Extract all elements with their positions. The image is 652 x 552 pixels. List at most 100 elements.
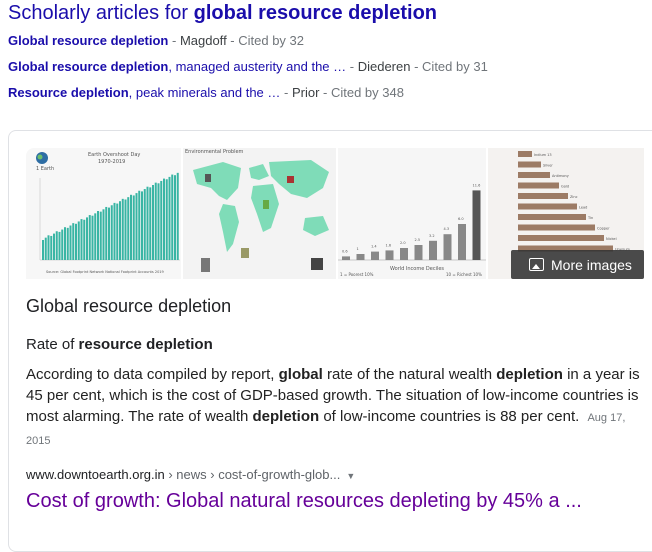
snippet-title: Global resource depletion [26, 296, 232, 316]
decile-bar-label: 11.6 [473, 183, 481, 187]
scholar-cited-3[interactable]: - Cited by 348 [319, 85, 404, 100]
result-path: › news › cost-of-growth-glob... [164, 467, 341, 482]
overshoot-bar [91, 215, 94, 260]
overshoot-bar [64, 227, 66, 260]
overshoot-bar [168, 176, 171, 260]
mineral-bar-label: Nickel [606, 237, 617, 241]
snippet-text-part: global [278, 366, 323, 383]
overshoot-bar [50, 235, 53, 260]
overshoot-bar [174, 175, 176, 260]
overshoot-bar [149, 187, 152, 260]
scholar-link-3[interactable]: Resource depletion [8, 85, 129, 100]
overshoot-bar [141, 191, 143, 260]
mineral-bar-label: Copper [597, 227, 610, 231]
triangle-down-icon[interactable]: ▼ [346, 471, 355, 481]
thumbnail-income-deciles[interactable]: 0.6 1 1.4 1.6 2.0 2.5 3.2 4.3 6.0 11.6 World Inco… [338, 148, 486, 279]
overshoot-bar [113, 202, 116, 260]
img1-legend: 1 Earth [36, 166, 54, 172]
thumbnail-world-map[interactable]: Environmental Problem [183, 148, 336, 279]
decile-bar [385, 250, 394, 260]
result-citation: www.downtoearth.org.in › news › cost-of-… [26, 467, 355, 482]
more-images-button[interactable]: More images [511, 250, 644, 279]
overshoot-bar [97, 211, 99, 260]
img1-years: 1970-2019 [98, 159, 125, 165]
mineral-bar-label: Tin [587, 216, 593, 220]
scholar-link-2[interactable]: Global resource depletion [8, 59, 168, 74]
overshoot-bar [127, 197, 130, 260]
overshoot-bar [80, 219, 83, 260]
overshoot-bar [53, 233, 55, 260]
mineral-bar-label: Silver [543, 164, 553, 168]
snippet-text-part: rate of the natural wealth [322, 366, 497, 383]
overshoot-bar [160, 180, 163, 260]
overshoot-bar [165, 179, 168, 260]
scholar-author-1: Magdoff [179, 33, 227, 48]
mineral-bar [518, 182, 559, 189]
decile-bar-label: 1.4 [371, 245, 377, 249]
mineral-bar-label: Antimony [552, 174, 569, 178]
mineral-bar-label: Indium 13 [534, 153, 552, 157]
overshoot-bar [102, 209, 105, 260]
result-domain: www.downtoearth.org.in [26, 467, 165, 482]
overshoot-bar [72, 223, 75, 260]
overshoot-bar [163, 178, 165, 260]
snippet-text: According to data compiled by report, gl… [26, 364, 648, 452]
mineral-bar-label: Zinc [570, 195, 578, 199]
overshoot-bar [116, 203, 119, 260]
overshoot-bar [152, 185, 154, 260]
decile-bar-label: 2.0 [400, 241, 406, 245]
snippet-subtitle: Rate of resource depletion [26, 336, 213, 353]
mineral-bar-label: Lead [579, 206, 587, 210]
scholar-row-2: Global resource depletion, managed auste… [8, 59, 488, 74]
decile-bar-label: 1 [357, 247, 359, 251]
decile-bar-label: 6.0 [458, 217, 464, 221]
decile-bar [414, 245, 423, 260]
decile-bar [472, 190, 481, 260]
decile-bar [429, 240, 437, 260]
snippet-text-part: depletion [252, 408, 320, 425]
decile-bar [458, 224, 466, 260]
overshoot-bar [108, 207, 110, 260]
overshoot-bar [69, 225, 72, 260]
overshoot-bar [83, 219, 86, 260]
snippet-text-part: According to data compiled by report, [26, 366, 279, 383]
scholar-cited-2[interactable]: - Cited by 31 [410, 59, 488, 74]
overshoot-bar [157, 183, 160, 260]
result-title-link[interactable]: Cost of growth: Global natural resources… [26, 490, 582, 513]
overshoot-bar [130, 194, 132, 260]
overshoot-bar [138, 190, 141, 260]
mineral-bar [518, 224, 595, 231]
overshoot-bar [135, 193, 138, 260]
overshoot-bars [42, 172, 179, 260]
scholar-link-3-rest[interactable]: , peak minerals and the … [129, 85, 281, 100]
decile-bar-label: 0.6 [342, 249, 348, 253]
decile-bar-label: 4.3 [444, 227, 450, 231]
overshoot-bar [132, 195, 135, 260]
decile-bar-label: 3.2 [429, 234, 435, 238]
overshoot-bar [94, 213, 97, 260]
decile-bar-label: 2.5 [415, 238, 421, 242]
img1-source: Source: Global Footprint Network Nationa… [46, 270, 164, 274]
scholarly-query: global resource depletion [193, 2, 438, 24]
snippet-text-part: depletion [496, 366, 563, 383]
mineral-bars: Indium 13 Silver Antimony Gold Zinc Lead Tin Co… [518, 151, 631, 252]
scholarly-articles-heading[interactable]: Scholarly articles for global resource d… [8, 2, 437, 25]
overshoot-bar [44, 237, 47, 260]
scholar-cited-1[interactable]: - Cited by 32 [227, 33, 304, 48]
decile-bar [371, 251, 379, 260]
scholar-row-1: Global resource depletion - Magdoff - Ci… [8, 33, 305, 48]
decile-bar [400, 248, 408, 260]
overshoot-bar [42, 240, 44, 260]
mineral-bar [518, 235, 604, 241]
thumbnail-overshoot-chart[interactable]: 1 Earth Earth Overshoot Day 1970-2019 So… [26, 148, 181, 279]
overshoot-bar [143, 189, 146, 260]
decile-bar [443, 234, 452, 260]
overshoot-bar [77, 221, 80, 260]
scholar-link-2-rest[interactable]: , managed austerity and the … [168, 59, 346, 74]
decile-bar [342, 256, 350, 260]
decile-bars: 0.6 1 1.4 1.6 2.0 2.5 3.2 4.3 6.0 11.6 [342, 183, 481, 260]
image-icon [529, 258, 544, 271]
overshoot-bar [61, 229, 64, 260]
img1-title: Earth Overshoot Day [88, 152, 140, 158]
scholar-link-1[interactable]: Global resource depletion [8, 33, 168, 48]
